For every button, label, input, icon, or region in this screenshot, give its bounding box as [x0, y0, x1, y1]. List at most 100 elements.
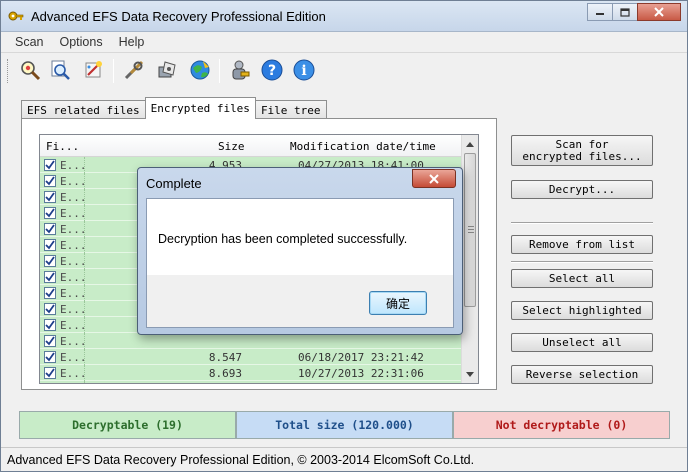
dialog-title: Complete: [146, 176, 202, 191]
row-date: 06/18/2017 23:21:42: [298, 351, 424, 364]
list-header: Fi... Size Modification date/time: [40, 135, 478, 157]
row-checkbox[interactable]: [44, 303, 56, 315]
row-size: 3.015: [209, 383, 242, 384]
help-icon: ?: [261, 59, 283, 81]
close-icon: [429, 173, 439, 184]
toolbar-info-button[interactable]: i: [291, 57, 317, 83]
row-file-name: E...: [60, 351, 87, 364]
checkmark-icon: [45, 224, 55, 234]
scan-for-encrypted-files-button[interactable]: Scan for encrypted files...: [511, 135, 653, 166]
svg-text:i: i: [301, 63, 306, 79]
row-checkbox[interactable]: [44, 223, 56, 235]
main-window: Advanced EFS Data Recovery Professional …: [0, 0, 688, 472]
table-row[interactable]: E... 8.547 06/18/2017 23:21:42: [40, 349, 466, 365]
table-row[interactable]: E... 8.693 10/27/2013 22:31:06: [40, 365, 466, 381]
search-icon: [51, 60, 70, 80]
row-checkbox[interactable]: [44, 159, 56, 171]
column-file[interactable]: Fi...: [46, 140, 79, 153]
checkmark-icon: [45, 288, 55, 298]
minimize-icon: [596, 13, 604, 15]
status-text: Advanced EFS Data Recovery Professional …: [7, 453, 475, 467]
checkmark-icon: [45, 320, 55, 330]
row-file-name: E...: [60, 239, 87, 252]
toolbar-web-update-button[interactable]: [187, 57, 213, 83]
toolbar-wizard-button[interactable]: [81, 57, 107, 83]
checkmark-icon: [45, 160, 55, 170]
row-checkbox[interactable]: [44, 335, 56, 347]
checkmark-icon: [45, 352, 55, 362]
toolbar-search-button[interactable]: [47, 57, 73, 83]
row-date: 10/27/2013 22:31:06: [298, 367, 424, 380]
table-row[interactable]: E...: [40, 333, 466, 349]
dialog-body: Decryption has been completed successful…: [146, 198, 454, 328]
title-bar[interactable]: Advanced EFS Data Recovery Professional …: [1, 1, 687, 32]
dialog-close-button[interactable]: [412, 169, 456, 188]
list-vertical-scrollbar[interactable]: [461, 135, 478, 383]
row-checkbox[interactable]: [44, 207, 56, 219]
tab-encrypted-files[interactable]: Encrypted files: [144, 97, 256, 119]
remove-from-list-button[interactable]: Remove from list: [511, 235, 653, 254]
toolbar-tools-button[interactable]: [121, 57, 147, 83]
toolbar-key-user-button[interactable]: [227, 57, 253, 83]
row-file-name: E...: [60, 255, 87, 268]
checkmark-icon: [45, 208, 55, 218]
row-size: 8.547: [208, 351, 242, 364]
scroll-thumb[interactable]: [464, 153, 476, 307]
row-checkbox[interactable]: [44, 367, 56, 379]
row-checkbox[interactable]: [44, 175, 56, 187]
toolbar-help-button[interactable]: ?: [259, 57, 285, 83]
tab-file-tree[interactable]: File tree: [254, 100, 327, 119]
maximize-button[interactable]: [612, 3, 638, 21]
row-checkbox[interactable]: [44, 239, 56, 251]
decrypt-button[interactable]: Decrypt...: [511, 180, 653, 199]
tab-efs-related-files[interactable]: EFS related files: [21, 100, 146, 119]
total-size: Total size (120.000): [236, 411, 453, 439]
checkmark-icon: [45, 240, 55, 250]
column-date[interactable]: Modification date/time: [290, 140, 436, 153]
scan-icon: [21, 61, 41, 81]
row-file-name: E...: [60, 175, 87, 188]
row-checkbox[interactable]: [44, 383, 56, 384]
dialog-ok-button[interactable]: 确定: [369, 291, 427, 315]
row-checkbox[interactable]: [44, 255, 56, 267]
menu-options[interactable]: Options: [52, 35, 111, 49]
unselect-all-button[interactable]: Unselect all: [511, 333, 653, 352]
menu-help[interactable]: Help: [111, 35, 153, 49]
not-decryptable-count: Not decryptable (0): [453, 411, 670, 439]
row-file-name: E...: [60, 191, 87, 204]
close-button[interactable]: [637, 3, 681, 21]
row-file-name: E...: [60, 367, 87, 380]
menu-bar: Scan Options Help: [1, 32, 687, 52]
column-size[interactable]: Size: [218, 140, 245, 153]
row-size: 8.693: [208, 367, 242, 380]
minimize-button[interactable]: [587, 3, 613, 21]
row-checkbox[interactable]: [44, 271, 56, 283]
table-row[interactable]: E... 3.015 07/13/2014 21:58:33: [40, 381, 466, 384]
select-highlighted-button[interactable]: Select highlighted: [511, 301, 653, 320]
row-file-name: E...: [60, 335, 87, 348]
toolbar-decrypt-button[interactable]: [155, 57, 181, 83]
toolbar-grip[interactable]: [7, 59, 10, 83]
checkmark-icon: [45, 176, 55, 186]
toolbar-scan-button[interactable]: [17, 57, 43, 83]
reverse-selection-button[interactable]: Reverse selection: [511, 365, 653, 384]
select-all-button[interactable]: Select all: [511, 269, 653, 288]
checkmark-icon: [45, 368, 55, 378]
row-file-name: E...: [60, 287, 87, 300]
row-file-name: E...: [60, 271, 87, 284]
menu-scan[interactable]: Scan: [7, 35, 52, 49]
checkmark-icon: [45, 256, 55, 266]
info-icon: i: [293, 59, 315, 81]
row-file-name: E...: [60, 319, 87, 332]
row-checkbox[interactable]: [44, 351, 56, 363]
row-file-name: E...: [60, 207, 87, 220]
scan-button-label: Scan for encrypted files...: [522, 137, 642, 163]
close-icon: [654, 7, 664, 17]
row-checkbox[interactable]: [44, 287, 56, 299]
row-file-name: E...: [60, 383, 87, 384]
row-checkbox[interactable]: [44, 319, 56, 331]
scroll-down-arrow[interactable]: [462, 366, 478, 382]
web-update-icon: [190, 60, 210, 80]
scroll-up-arrow[interactable]: [462, 136, 478, 152]
row-checkbox[interactable]: [44, 191, 56, 203]
